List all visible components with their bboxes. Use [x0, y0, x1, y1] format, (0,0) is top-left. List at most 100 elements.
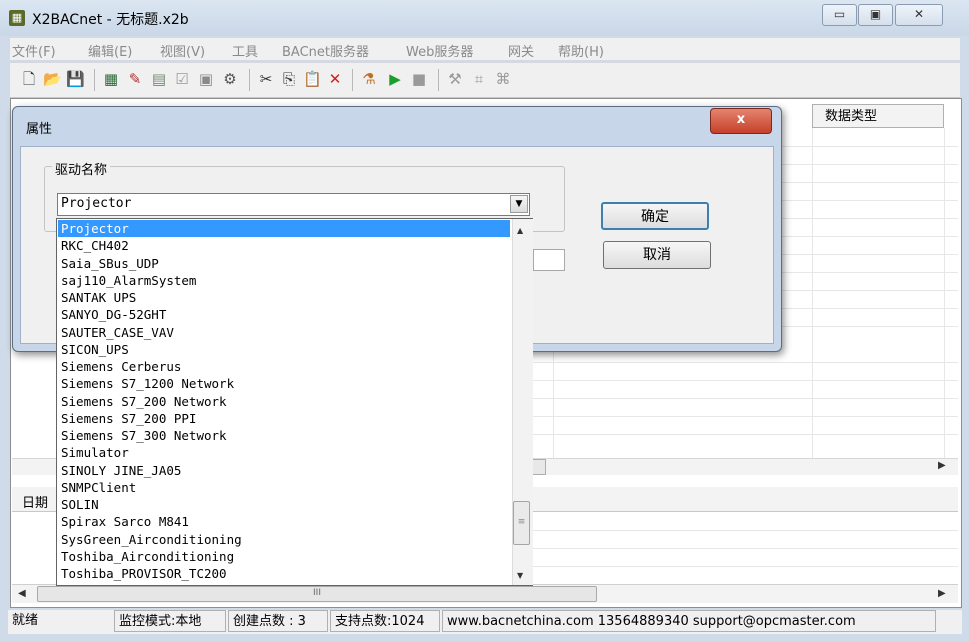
grid-line: [780, 290, 958, 291]
grid-line: [780, 146, 958, 147]
tool-icon[interactable]: ⚒: [446, 70, 464, 88]
scrollbar-thumb[interactable]: III: [37, 586, 597, 602]
dropdown-option[interactable]: SNMPClient: [58, 479, 510, 496]
menu-tools[interactable]: 工具: [232, 41, 258, 60]
close-window-button[interactable]: ✕: [895, 4, 943, 26]
grid-line: [780, 308, 958, 309]
save-icon[interactable]: 💾: [66, 70, 85, 88]
copy-icon[interactable]: ⎘: [280, 70, 298, 88]
dropdown-option[interactable]: Spirax Sarco M841: [58, 513, 510, 530]
dropdown-option[interactable]: SANTAK UPS: [58, 289, 510, 306]
new-file-icon[interactable]: 🗋: [20, 70, 38, 88]
gateway-icon[interactable]: ⌘: [494, 70, 512, 88]
dropdown-option[interactable]: SOLIN: [58, 496, 510, 513]
pin-icon[interactable]: ✎: [126, 70, 144, 88]
grid-line: [533, 566, 958, 567]
dropdown-option[interactable]: Saia_SBus_UDP: [58, 255, 510, 272]
status-bar: 就绪 监控模式:本地 创建点数 : 3 支持点数:1024 www.bacnet…: [8, 610, 962, 634]
table-icon[interactable]: ▤: [150, 70, 168, 88]
dropdown-option[interactable]: Siemens S7_200 Network: [58, 393, 510, 410]
dropdown-option[interactable]: SysGreen_Airconditioning: [58, 531, 510, 548]
menu-file[interactable]: 文件(F): [12, 41, 56, 60]
dropdown-scroll-thumb[interactable]: ≡: [513, 501, 530, 545]
dropdown-option[interactable]: Siemens S7_1200 Network: [58, 375, 510, 392]
paste-icon[interactable]: 📋: [303, 70, 322, 88]
grid-line: [780, 164, 958, 165]
dropdown-option[interactable]: saj110_AlarmSystem: [58, 272, 510, 289]
dropdown-option[interactable]: SINOLY JINE_JA05: [58, 462, 510, 479]
grid-line: [812, 128, 813, 458]
scroll-right-icon[interactable]: ▶: [938, 588, 946, 599]
chevron-down-icon[interactable]: ▼: [510, 195, 528, 213]
grid-line: [780, 254, 958, 255]
menu-help[interactable]: 帮助(H): [558, 41, 604, 60]
toolbar-separator: [352, 69, 353, 91]
stop-icon[interactable]: ■: [410, 70, 428, 88]
properties-icon[interactable]: ☑: [173, 70, 191, 88]
grid-icon[interactable]: ⌗: [470, 70, 488, 88]
dialog-title: 属性: [26, 122, 53, 137]
status-supported-points: 支持点数:1024: [330, 610, 440, 632]
run-config-icon[interactable]: ⚗: [360, 70, 378, 88]
scroll-right-icon[interactable]: ▶: [938, 460, 946, 471]
grid-line: [780, 182, 958, 183]
grid-line: [533, 362, 958, 363]
grid-line: [533, 380, 958, 381]
menu-bacnet-server[interactable]: BACnet服务器: [282, 41, 369, 60]
dropdown-option[interactable]: Simulator: [58, 444, 510, 461]
grid-line: [533, 548, 958, 549]
dialog-close-button[interactable]: x: [710, 108, 772, 134]
dropdown-option[interactable]: Siemens Cerberus: [58, 358, 510, 375]
scroll-up-icon[interactable]: ▲: [517, 226, 523, 235]
open-folder-icon[interactable]: 📂: [43, 70, 62, 88]
column-header-data-type[interactable]: 数据类型: [812, 104, 944, 128]
menu-view[interactable]: 视图(V): [160, 41, 205, 60]
menu-gateway[interactable]: 网关: [508, 41, 534, 60]
toolbar-separator: [249, 69, 250, 91]
dropdown-option[interactable]: RKC_CH402: [58, 237, 510, 254]
dropdown-option[interactable]: SICON_UPS: [58, 341, 510, 358]
delete-icon[interactable]: ✕: [326, 70, 344, 88]
text-field[interactable]: [533, 249, 565, 271]
toolbar: 🗋 📂 💾 ▦ ✎ ▤ ☑ ▣ ⚙ ✂ ⎘ 📋 ✕ ⚗ ▶ ■ ⚒ ⌗ ⌘: [10, 62, 960, 98]
dropdown-option[interactable]: Siemens S7_200 PPI: [58, 410, 510, 427]
window-title: X2BACnet - 无标题.x2b: [32, 12, 189, 28]
dropdown-option[interactable]: Toshiba_Airconditioning: [58, 548, 510, 565]
toolbar-separator: [94, 69, 95, 91]
grid-line: [533, 398, 958, 399]
copy-device-icon[interactable]: ▣: [197, 70, 215, 88]
menu-edit[interactable]: 编辑(E): [88, 41, 132, 60]
grid-line: [780, 200, 958, 201]
dropdown-option[interactable]: Siemens S7_300 Network: [58, 427, 510, 444]
log-column-date[interactable]: 日期: [22, 492, 48, 511]
settings-icon[interactable]: ⚙: [221, 70, 239, 88]
dropdown-option[interactable]: Projector: [58, 220, 510, 237]
cut-icon[interactable]: ✂: [257, 70, 275, 88]
combobox-value[interactable]: Projector: [61, 196, 131, 211]
grid-line: [780, 326, 958, 327]
grid-line: [533, 434, 958, 435]
grid-line: [553, 350, 554, 458]
grid-line: [533, 530, 958, 531]
dropdown-option[interactable]: Toshiba_PROVISOR_TC200: [58, 565, 510, 582]
ok-button[interactable]: 确定: [601, 202, 709, 230]
status-mode: 监控模式:本地: [114, 610, 226, 632]
grid-line: [780, 236, 958, 237]
dropdown-option[interactable]: SAUTER_CASE_VAV: [58, 324, 510, 341]
menu-bar: 文件(F) 编辑(E) 视图(V) 工具 BACnet服务器 Web服务器 网关…: [10, 38, 960, 60]
menu-web-server[interactable]: Web服务器: [406, 41, 473, 60]
maximize-button[interactable]: ▣: [858, 4, 893, 26]
scroll-down-icon[interactable]: ▼: [517, 571, 523, 580]
minimize-button[interactable]: ▭: [822, 4, 857, 26]
app-icon[interactable]: ▦: [9, 10, 25, 26]
play-icon[interactable]: ▶: [386, 70, 404, 88]
scroll-left-icon[interactable]: ◀: [18, 588, 26, 599]
status-ready: 就绪: [12, 613, 39, 628]
status-contact: www.bacnetchina.com 13564889340 support@…: [442, 610, 936, 632]
cancel-button[interactable]: 取消: [603, 241, 711, 269]
status-created-points: 创建点数 : 3: [228, 610, 328, 632]
database-icon[interactable]: ▦: [102, 70, 120, 88]
grid-line: [780, 272, 958, 273]
dropdown-option[interactable]: SANYO_DG-52GHT: [58, 306, 510, 323]
grid-line: [533, 416, 958, 417]
